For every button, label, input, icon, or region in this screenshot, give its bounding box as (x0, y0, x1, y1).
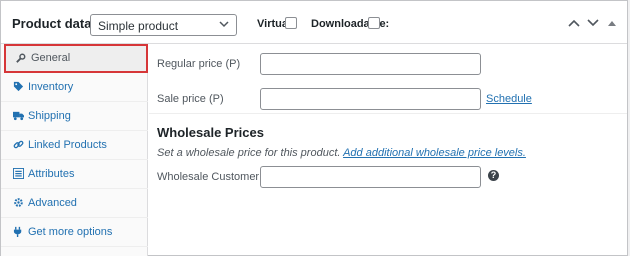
tab-label: General (31, 52, 71, 64)
tab-label: Inventory (28, 81, 74, 93)
product-data-header: Product data — Simple product Virtual: D… (1, 1, 627, 44)
schedule-link[interactable]: Schedule (486, 93, 532, 105)
tab-inventory[interactable]: Inventory (1, 73, 148, 102)
tab-shipping[interactable]: Shipping (1, 102, 148, 131)
regular-price-input[interactable] (260, 53, 481, 75)
tab-get-more-options[interactable]: Get more options (1, 218, 148, 247)
product-type-value: Simple product (98, 19, 179, 33)
move-up-icon[interactable] (568, 18, 580, 28)
tab-label: Attributes (28, 168, 75, 180)
add-wholesale-levels-link[interactable]: Add additional wholesale price levels. (343, 147, 526, 159)
move-down-icon[interactable] (587, 18, 599, 28)
tab-label: Linked Products (28, 139, 107, 151)
chevron-down-icon (219, 21, 229, 28)
list-icon (13, 168, 24, 179)
wholesale-description-text: Set a wholesale price for this product. (157, 147, 341, 159)
tab-linked-products[interactable]: Linked Products (1, 131, 148, 160)
product-data-tabs: General Inventory Shipping Linked Produc… (1, 44, 148, 256)
tab-label: Shipping (28, 110, 71, 122)
tab-label: Advanced (28, 197, 77, 209)
product-data-panel: Product data — Simple product Virtual: D… (0, 0, 628, 256)
tag-icon (13, 81, 24, 92)
wholesale-customer-label: Wholesale Customer (P) (157, 171, 277, 183)
wholesale-prices-heading: Wholesale Prices (157, 125, 264, 140)
downloadable-checkbox[interactable] (368, 17, 380, 29)
section-divider (149, 113, 627, 114)
wrench-icon (16, 53, 26, 63)
tab-general[interactable]: General (4, 44, 148, 73)
plugin-icon (13, 226, 22, 237)
sale-price-label: Sale price (P) (157, 93, 224, 105)
virtual-checkbox[interactable] (285, 17, 297, 29)
tab-attributes[interactable]: Attributes (1, 160, 148, 189)
truck-icon (13, 111, 24, 121)
tab-advanced[interactable]: Advanced (1, 189, 148, 218)
product-type-select[interactable]: Simple product (90, 14, 237, 36)
wholesale-customer-input[interactable] (260, 166, 481, 188)
tab-label: Get more options (28, 226, 113, 238)
link-icon (13, 140, 24, 149)
sale-price-input[interactable] (260, 88, 481, 110)
help-icon[interactable]: ? (488, 170, 499, 181)
wholesale-description: Set a wholesale price for this product. … (157, 147, 526, 159)
regular-price-label: Regular price (P) (157, 58, 241, 70)
toggle-panel-icon[interactable] (607, 18, 617, 28)
gear-icon (14, 198, 23, 207)
